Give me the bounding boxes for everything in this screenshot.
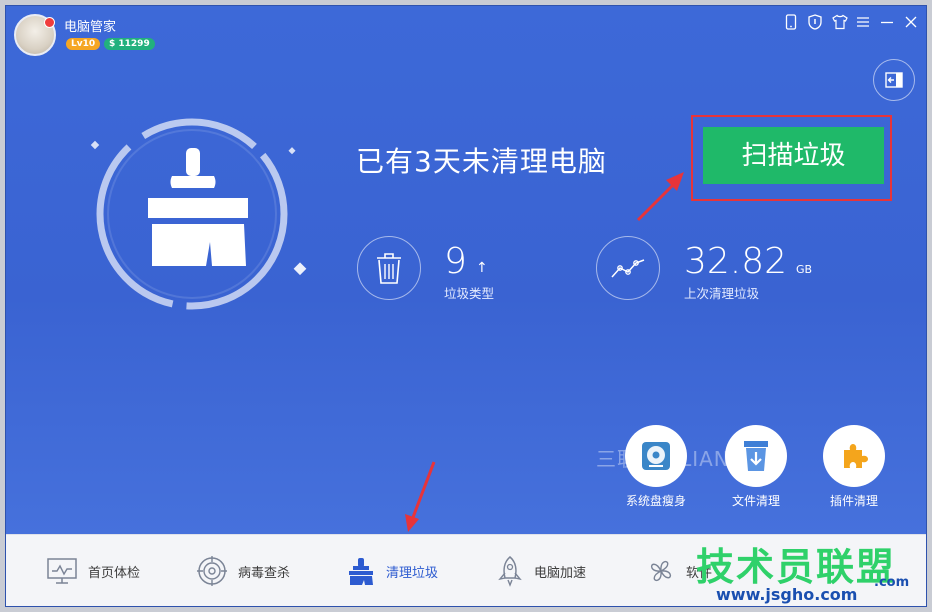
plugin-clean-icon: [844, 444, 868, 468]
nav-label-virus-scan: 病毒查杀: [238, 565, 291, 581]
file-clean-icon: [744, 441, 768, 471]
brand-logo-text: 技术员联盟: [696, 545, 897, 589]
disk-slim-icon: [642, 442, 670, 470]
broom-icon: [90, 118, 307, 310]
brand-com: .com: [874, 575, 910, 590]
last-clean-size: 32.82: [684, 241, 788, 282]
nav-item-speed-up[interactable]: 电脑加速: [496, 535, 586, 606]
scan-junk-button[interactable]: 扫描垃圾: [703, 127, 884, 184]
junk-type-count: 9: [444, 241, 467, 282]
file-clean-button[interactable]: [725, 425, 787, 487]
nav-item-health-check[interactable]: 首页体检: [46, 535, 140, 606]
skin-icon[interactable]: [832, 14, 848, 30]
last-clean-unit: GB: [796, 263, 813, 276]
titlebar-controls: [784, 14, 918, 30]
last-clean-stat-icon: [596, 236, 660, 300]
brand-url: www.jsgho.com: [716, 585, 858, 604]
up-arrow-icon: ↑: [476, 260, 488, 276]
junk-type-stat-icon: [357, 236, 421, 300]
phone-icon[interactable]: [784, 14, 798, 30]
file-clean-label: 文件清理: [731, 494, 780, 508]
nav-item-virus-scan[interactable]: 病毒查杀: [196, 535, 290, 606]
disk-slim-button[interactable]: [625, 425, 687, 487]
status-text: 已有3天未清理电脑: [356, 145, 607, 178]
rocket-icon: [498, 556, 522, 587]
nav-label-speed-up: 电脑加速: [534, 565, 587, 581]
mini-mode-icon: [885, 72, 903, 88]
notification-dot: [44, 17, 55, 28]
trash-icon: [377, 253, 401, 284]
nav-label-clean-junk: 清理垃圾: [386, 565, 439, 581]
software-icon: [650, 560, 672, 582]
nav-label-health-check: 首页体检: [88, 565, 141, 581]
avatar[interactable]: [14, 14, 56, 56]
plugin-clean-label: 插件清理: [829, 494, 878, 508]
disk-slim-label: 系统盘瘦身: [625, 494, 686, 508]
app-window: 电脑管家 Lv10 $ 11299 已有3天未清理电脑 扫描垃圾 9 ↑ 垃圾类…: [6, 6, 926, 606]
level-badge[interactable]: Lv10: [66, 38, 101, 50]
shield-icon[interactable]: [808, 14, 822, 30]
line-graph-icon: [611, 259, 645, 278]
plugin-clean-button[interactable]: [823, 425, 885, 487]
broom-icon: [349, 558, 373, 585]
junk-type-label: 垃圾类型: [444, 286, 495, 301]
monitor-icon: [47, 558, 77, 584]
broom-ring: [90, 118, 308, 310]
last-clean-label: 上次清理垃圾: [684, 286, 760, 301]
nav-item-clean-junk[interactable]: 清理垃圾: [346, 535, 438, 606]
app-title: 电脑管家: [64, 20, 117, 35]
mini-mode-button[interactable]: [873, 59, 915, 101]
menu-icon[interactable]: [856, 14, 870, 30]
coin-badge[interactable]: $ 11299: [104, 38, 155, 50]
close-icon[interactable]: [904, 14, 918, 30]
main-panel: 电脑管家 Lv10 $ 11299 已有3天未清理电脑 扫描垃圾 9 ↑ 垃圾类…: [6, 6, 926, 534]
virus-scan-icon: [197, 556, 227, 586]
minimize-icon[interactable]: [880, 14, 894, 30]
